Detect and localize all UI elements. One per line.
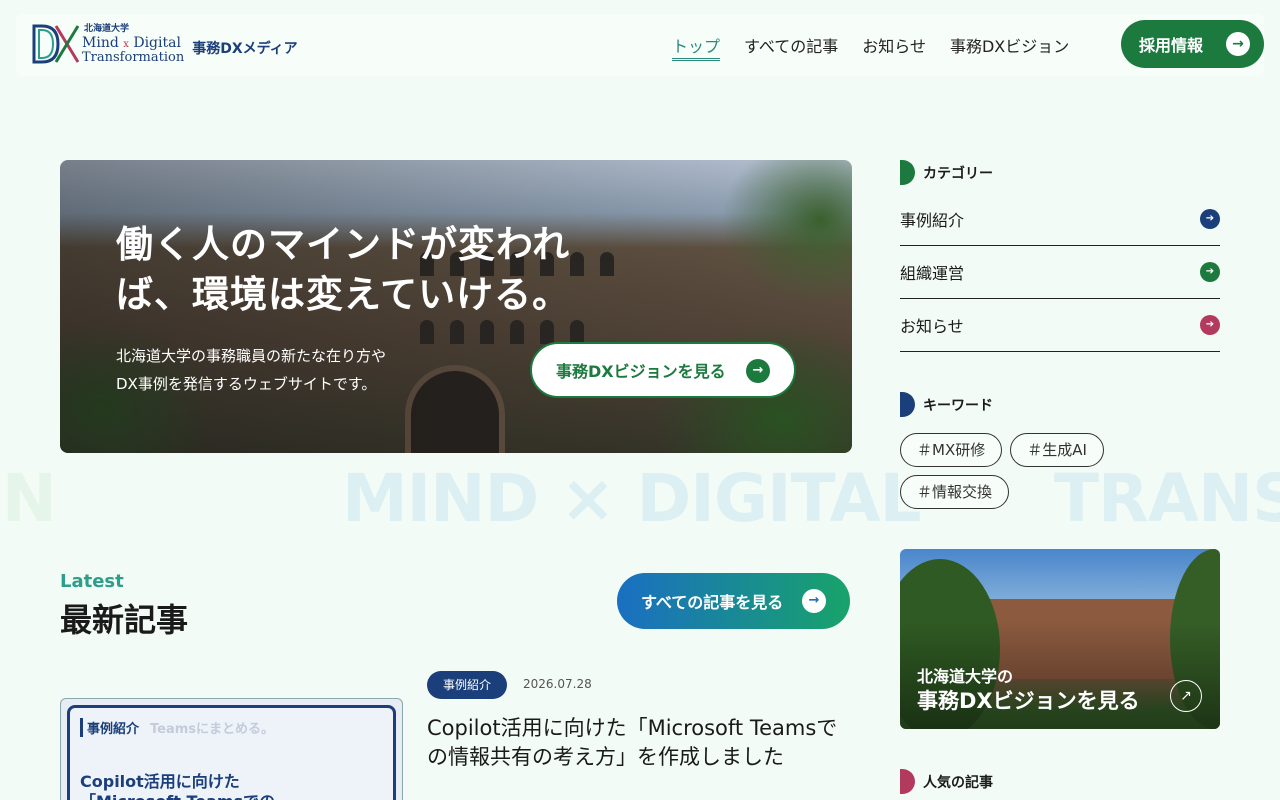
category-heading: カテゴリー — [900, 160, 993, 185]
nav-item-dx-vision[interactable]: 事務DXビジョン — [950, 33, 1069, 61]
hero-banner: 働く人のマインドが変われ ば、環境は変えていける。 北海道大学の事務職員の新たな… — [60, 160, 852, 453]
nav-item-all-articles[interactable]: すべての記事 — [744, 33, 838, 61]
category-item-organization[interactable]: 組織運営 ➔ — [900, 246, 1220, 299]
arrow-up-right-icon: ↗ — [1170, 680, 1202, 712]
logo-university: 北海道大学 — [84, 23, 130, 34]
thumbnail-title-line-2: 「Microsoft Teamsでの — [80, 788, 275, 800]
thumbnail-category: 事例紹介 — [80, 718, 139, 737]
hero-subtitle-line-2: DX事例を発信するウェブサイトです。 — [116, 375, 377, 393]
logo-digital: Digital — [133, 34, 181, 51]
vision-card-line-1: 北海道大学の — [917, 667, 1014, 686]
vision-card-line-2: 事務DXビジョンを見る — [917, 689, 1140, 713]
logo-line-1: Mind x Digital — [82, 36, 184, 50]
dx-vision-card[interactable]: 北海道大学の 事務DXビジョンを見る ↗ — [900, 549, 1220, 729]
site-logo[interactable]: 北海道大学 Mind x Digital Transformation 事務DX… — [32, 24, 298, 64]
arrow-right-icon: → — [746, 359, 770, 383]
category-list: 事例紹介 ➔ 組織運営 ➔ お知らせ ➔ — [900, 193, 1220, 352]
arrow-right-icon: ➔ — [1200, 262, 1220, 282]
half-circle-icon — [900, 769, 915, 794]
view-all-articles-label: すべての記事を見る — [641, 593, 784, 612]
recruit-button-label: 採用情報 — [1139, 36, 1204, 55]
popular-heading: 人気の記事 — [900, 769, 993, 794]
keyword-heading: キーワード — [900, 392, 993, 417]
logo-line-2: Transformation — [82, 49, 185, 65]
category-heading-label: カテゴリー — [923, 165, 993, 182]
arrow-right-icon: → — [802, 589, 826, 613]
article-thumbnail[interactable]: 事例紹介 Teamsにまとめる。 Copilot活用に向けた 「Microsof… — [60, 698, 403, 800]
keyword-tag[interactable]: ＃情報交換 — [900, 475, 1010, 509]
half-circle-icon — [900, 392, 915, 417]
dx-logo-icon — [32, 24, 80, 64]
keyword-heading-label: キーワード — [923, 397, 993, 414]
category-item-label: お知らせ — [900, 317, 964, 336]
hero-subtitle: 北海道大学の事務職員の新たな在り方や DX事例を発信するウェブサイトです。 — [116, 342, 456, 398]
view-all-articles-button[interactable]: すべての記事を見る → — [617, 573, 850, 629]
post-date: 2026.07.28 — [523, 677, 592, 691]
category-item-label: 組織運営 — [900, 264, 965, 283]
hero-subtitle-line-1: 北海道大学の事務職員の新たな在り方や — [116, 347, 387, 365]
site-header: 北海道大学 Mind x Digital Transformation 事務DX… — [16, 14, 1264, 76]
keyword-tag[interactable]: ＃MX研修 — [900, 433, 1003, 467]
nav-item-news[interactable]: お知らせ — [862, 33, 926, 61]
hero-title-line-1: 働く人のマインドが変われ — [116, 223, 571, 266]
article-title[interactable]: Copilot活用に向けた「Microsoft Teamsでの情報共有の考え方」… — [427, 714, 852, 772]
recruit-button[interactable]: 採用情報 → — [1121, 20, 1264, 68]
hero-title-line-2: ば、環境は変えていける。 — [116, 273, 571, 316]
nav-item-top[interactable]: トップ — [672, 33, 721, 61]
logo-wordmark: 北海道大学 Mind x Digital Transformation — [82, 23, 185, 65]
thumbnail-frame: 事例紹介 Teamsにまとめる。 Copilot活用に向けた 「Microsof… — [67, 705, 396, 800]
view-dx-vision-label: 事務DXビジョンを見る — [556, 362, 726, 381]
category-item-case-studies[interactable]: 事例紹介 ➔ — [900, 193, 1220, 246]
arrow-right-icon: ➔ — [1200, 315, 1220, 335]
popular-heading-label: 人気の記事 — [923, 774, 993, 791]
keyword-tag[interactable]: ＃生成AI — [1010, 433, 1104, 467]
arrow-right-icon: → — [1226, 32, 1250, 56]
logo-media-name: 事務DXメディア — [192, 41, 298, 57]
category-item-news[interactable]: お知らせ ➔ — [900, 299, 1220, 352]
view-dx-vision-button[interactable]: 事務DXビジョンを見る → — [530, 342, 796, 398]
main-nav: トップ すべての記事 お知らせ 事務DXビジョン — [672, 33, 1093, 61]
thumbnail-bg-text: Teamsにまとめる。 — [150, 722, 275, 737]
keyword-tags: ＃MX研修 ＃生成AI ＃情報交換 — [900, 433, 1220, 509]
hero-title: 働く人のマインドが変われ ば、環境は変えていける。 — [116, 220, 636, 320]
logo-mind: Mind — [82, 34, 119, 51]
half-circle-icon — [900, 160, 915, 185]
latest-label-en: Latest — [60, 571, 124, 592]
logo-cross: x — [123, 38, 129, 50]
category-badge[interactable]: 事例紹介 — [427, 671, 507, 699]
category-item-label: 事例紹介 — [900, 211, 965, 230]
latest-heading: 最新記事 — [60, 601, 189, 639]
arrow-right-icon: ➔ — [1200, 209, 1220, 229]
marquee-segment: ON — [0, 460, 57, 537]
